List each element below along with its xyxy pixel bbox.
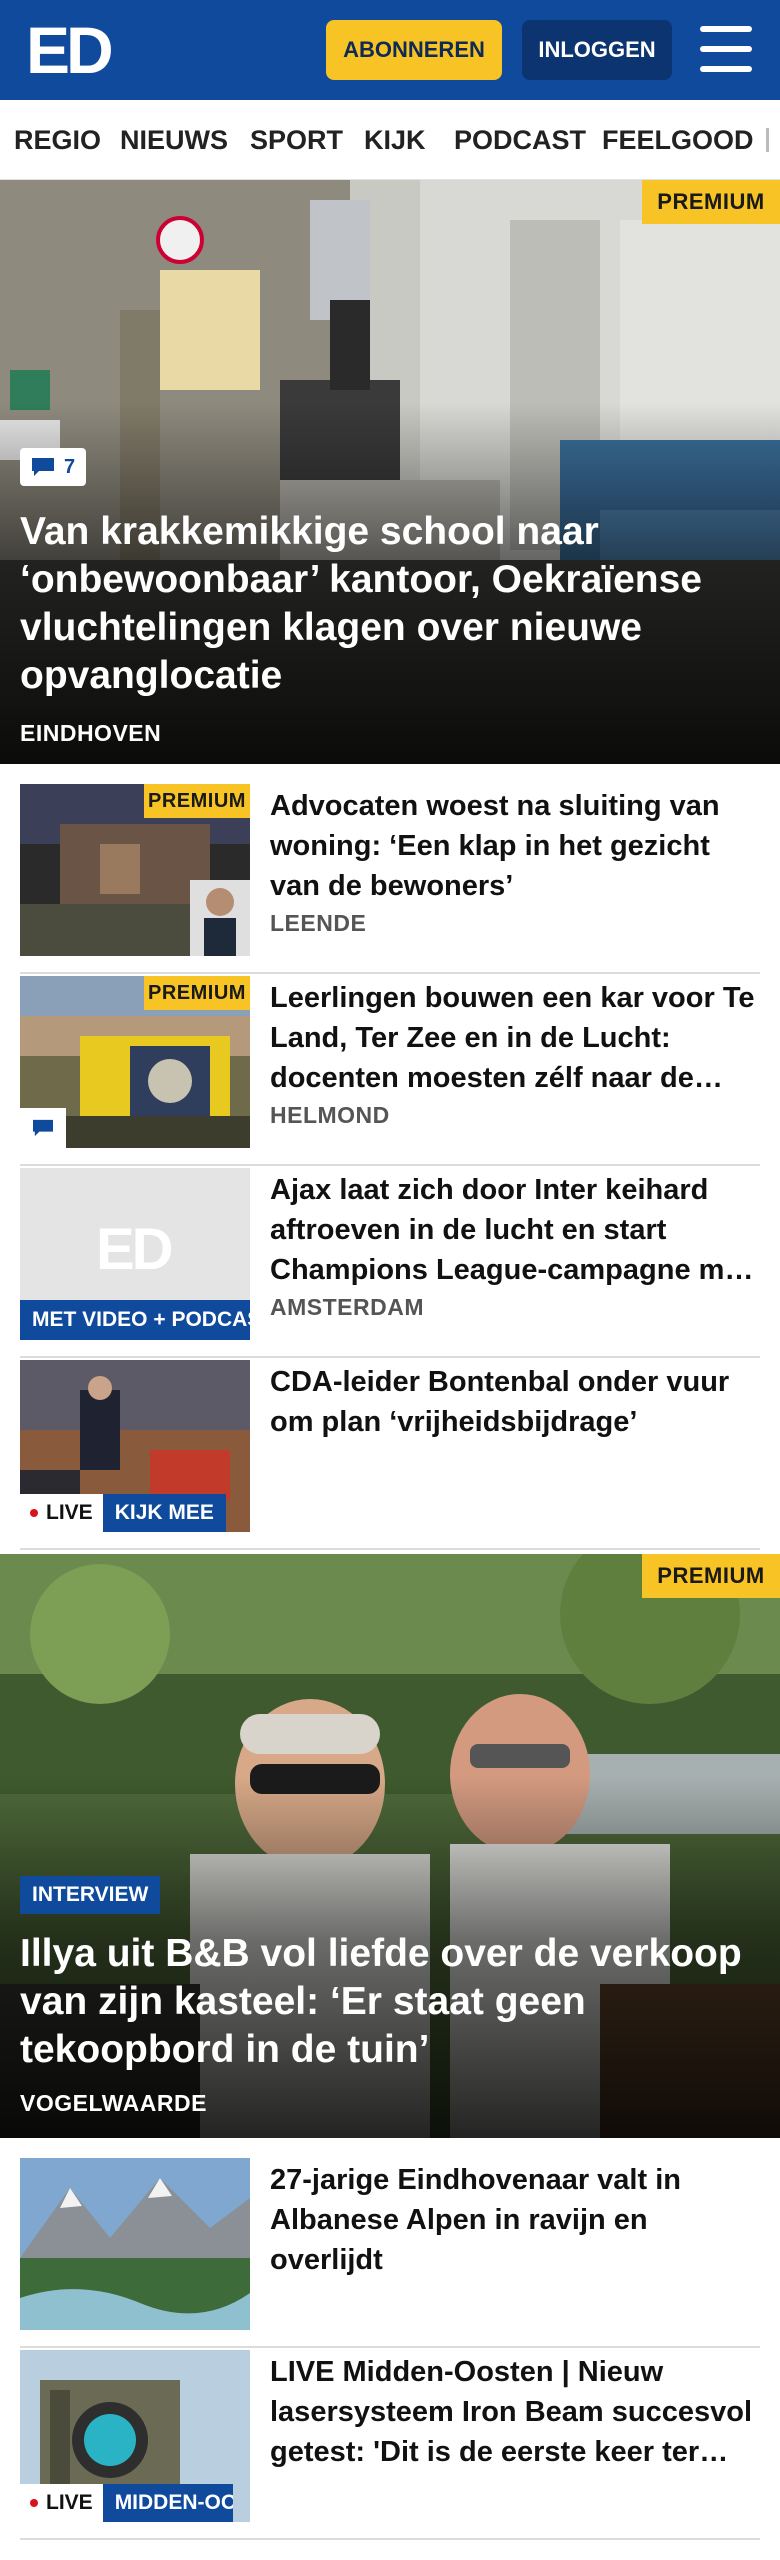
placeholder-logo: ED (96, 1217, 174, 1282)
comment-count: 7 (64, 455, 76, 478)
divider (20, 2538, 760, 2540)
article-thumbnail: LIVE KIJK MEE (20, 1360, 250, 1532)
hero-article-1[interactable]: PREMIUM 7 Van krakkemikkige school naar … (0, 180, 780, 764)
article-thumbnail: LIVE MIDDEN-OOSTEN (20, 2350, 250, 2522)
hero-location: EINDHOVEN (20, 720, 162, 746)
comment-icon (33, 1119, 53, 1137)
divider (20, 2346, 760, 2348)
article-thumbnail (20, 2158, 250, 2330)
comment-icon (32, 458, 54, 476)
live-tag: LIVE MIDDEN-OOSTEN (20, 2484, 233, 2522)
nav-item-kijk[interactable]: KIJK (364, 100, 426, 179)
live-dot-icon (30, 2499, 38, 2507)
nav-item-podcast[interactable]: PODCAST (454, 100, 586, 179)
live-label: LIVE (46, 1501, 93, 1524)
interview-tag: INTERVIEW (20, 1876, 161, 1914)
thumb-photo-mountains (20, 2158, 250, 2330)
divider (20, 1164, 760, 1166)
top-bar: ED ABONNEREN INLOGGEN (0, 0, 780, 100)
premium-badge: PREMIUM (144, 784, 250, 818)
watch-live-button[interactable]: KIJK MEE (102, 1494, 226, 1532)
premium-badge: PREMIUM (144, 976, 250, 1010)
article-location: HELMOND (270, 1102, 390, 1128)
live-topic-button[interactable]: MIDDEN-OOSTEN (102, 2484, 233, 2522)
list-item[interactable]: PREMIUM Advocaten woest na sluiting van … (20, 784, 760, 956)
nav-overflow-divider (766, 128, 769, 152)
list-item[interactable]: ED MET VIDEO + PODCAST Ajax laat zich do… (20, 1168, 760, 1340)
article-title[interactable]: CDA-leider Bontenbal onder vuur om plan … (270, 1362, 760, 1442)
article-title[interactable]: Advocaten woest na sluiting van woning: … (270, 786, 760, 906)
article-location: AMSTERDAM (270, 1294, 424, 1320)
hero-location: VOGELWAARDE (20, 2090, 207, 2116)
comment-badge[interactable]: 7 (20, 448, 86, 486)
nav-item-nieuws[interactable]: NIEUWS (120, 100, 228, 179)
article-title[interactable]: 27-jarige Eindhovenaar valt in Albanese … (270, 2160, 760, 2280)
nav-item-regio[interactable]: REGIO (14, 100, 101, 179)
hero-article-2[interactable]: PREMIUM INTERVIEW Illya uit B&B vol lief… (0, 1554, 780, 2138)
live-dot-icon (30, 1509, 38, 1517)
live-label: LIVE (46, 2491, 93, 2514)
divider (20, 1548, 760, 1550)
section-nav: REGIO NIEUWS SPORT KIJK PODCAST FEELGOOD (0, 100, 780, 180)
comment-badge[interactable] (20, 1108, 66, 1148)
article-title[interactable]: LIVE Midden-Oosten | Nieuw lasersysteem … (270, 2352, 760, 2472)
hamburger-menu-icon[interactable] (700, 26, 752, 72)
article-thumbnail: PREMIUM (20, 784, 250, 956)
article-title[interactable]: Leerlingen bouwen een kar voor Te Land, … (270, 978, 760, 1098)
video-podcast-tag: MET VIDEO + PODCAST (20, 1300, 250, 1340)
subscribe-button[interactable]: ABONNEREN (326, 20, 502, 80)
premium-badge: PREMIUM (642, 1554, 780, 1598)
premium-badge: PREMIUM (642, 180, 780, 224)
article-title[interactable]: Ajax laat zich door Inter keihard aftroe… (270, 1170, 760, 1290)
hero-headline[interactable]: Illya uit B&B vol liefde over de verkoop… (20, 1930, 760, 2074)
article-location: LEENDE (270, 910, 367, 936)
login-button[interactable]: INLOGGEN (522, 20, 672, 80)
article-thumbnail: PREMIUM (20, 976, 250, 1148)
article-thumbnail: ED MET VIDEO + PODCAST (20, 1168, 250, 1340)
divider (20, 972, 760, 974)
list-item[interactable]: LIVE MIDDEN-OOSTEN LIVE Midden-Oosten | … (20, 2350, 760, 2522)
list-item[interactable]: PREMIUM Leerlingen bouwen een kar voor T… (20, 976, 760, 1148)
nav-item-sport[interactable]: SPORT (250, 100, 343, 179)
hero-headline[interactable]: Van krakkemikkige school naar ‘onbewoonb… (20, 508, 760, 700)
list-item[interactable]: LIVE KIJK MEE CDA-leider Bontenbal onder… (20, 1360, 760, 1532)
divider (20, 1356, 760, 1358)
site-logo[interactable]: ED (26, 17, 114, 83)
live-tag: LIVE KIJK MEE (20, 1494, 226, 1532)
list-item[interactable]: 27-jarige Eindhovenaar valt in Albanese … (20, 2158, 760, 2330)
nav-item-feelgood[interactable]: FEELGOOD (602, 100, 754, 179)
